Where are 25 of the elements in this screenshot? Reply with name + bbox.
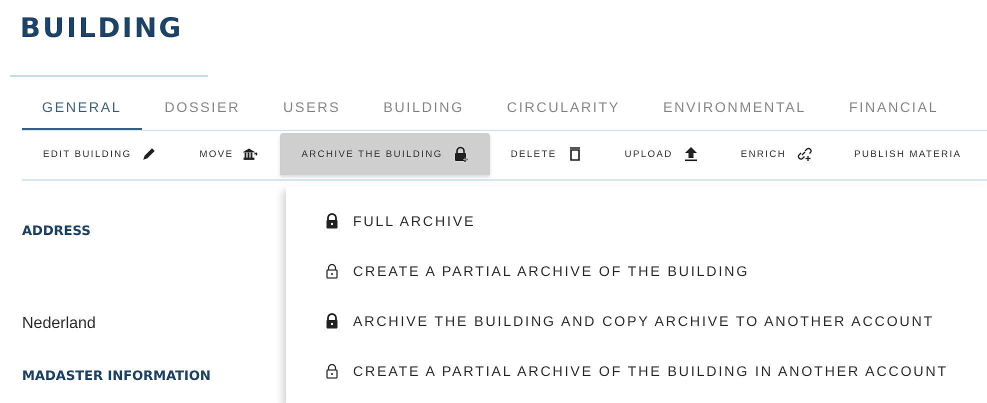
tab[interactable]: GENERAL [22,88,142,130]
upload-icon [682,146,699,162]
address-text: Nederland [22,315,96,333]
section-heading: ADDRESS [22,224,91,239]
toolbar-button[interactable]: ENRICH [720,133,834,175]
toolbar-button[interactable]: DELETE [490,133,604,175]
pencil-icon [141,146,158,162]
toolbar-button[interactable]: EDIT BUILDING [22,133,178,175]
lock-outline-icon [324,263,340,279]
toolbar-button[interactable]: UPLOAD [604,133,720,175]
menu-item[interactable]: FULL ARCHIVE [286,196,987,246]
lock-outline-icon [324,363,340,379]
link-plus-icon [796,146,812,162]
toolbar-button[interactable]: ARCHIVE THE BUILDING [280,133,490,175]
building-arrow-icon [243,146,260,162]
toolbar-button[interactable]: PUBLISH MATERIA [833,133,982,175]
toolbar-button[interactable]: MOVE [178,133,280,175]
menu-item[interactable]: CREATE A PARTIAL ARCHIVE OF THE BUILDING [286,246,987,296]
lock-icon [324,313,340,329]
page-title: BUILDING [19,12,184,46]
menu-item[interactable]: CREATE A PARTIAL ARCHIVE OF THE BUILDING IN ANOTHER ACCOUNT [286,346,987,396]
lock-icon [324,213,340,229]
lock-plus-icon [452,146,469,162]
section-heading: MADASTER INFORMATION [22,369,211,384]
menu-item[interactable]: ARCHIVE THE BUILDING AND COPY ARCHIVE TO ANOTHER ACCOUNT [286,296,987,346]
